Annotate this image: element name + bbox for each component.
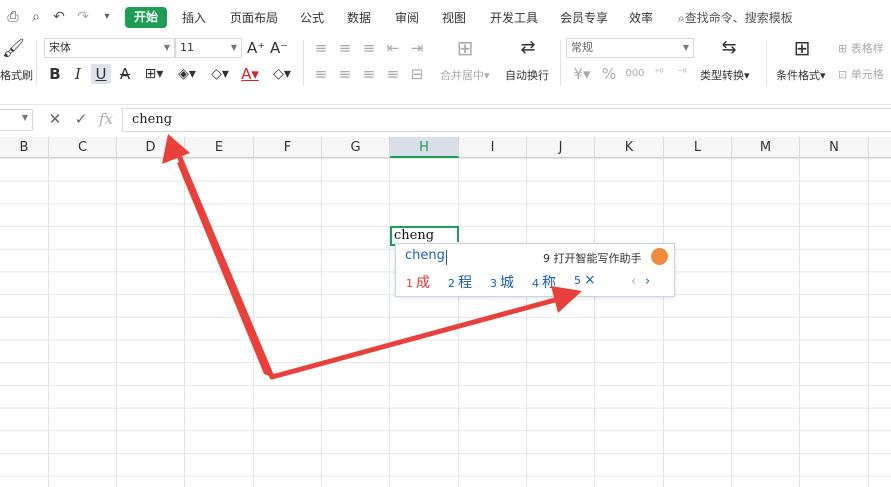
annotation-arrow-to-ime-popup: [269, 286, 582, 380]
annotation-arrows: [162, 134, 582, 380]
annotation-arrow-to-formula-bar: [162, 134, 275, 380]
